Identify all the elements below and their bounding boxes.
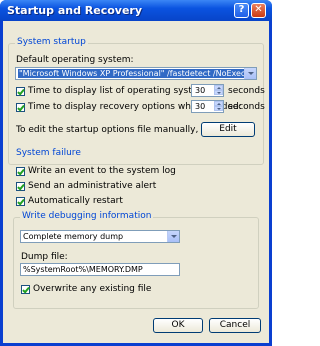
dialog-window: Startup and Recovery ? ✕ System startup … [0,0,272,346]
spin-down-icon[interactable] [214,90,223,95]
display-os-list-seconds-value: 30 [195,86,206,95]
default-os-label: Default operating system: [16,55,134,65]
default-os-dropdown[interactable]: "Microsoft Windows XP Professional" /fas… [15,67,257,80]
overwrite-checkbox[interactable] [21,285,30,294]
display-recovery-checkbox[interactable] [16,103,25,112]
dump-file-input[interactable]: %SystemRoot%\MEMORY.DMP [20,263,180,276]
close-button[interactable]: ✕ [251,3,266,18]
display-os-list-checkbox[interactable] [16,87,25,96]
dialog-client-area: System startup Default operating system:… [3,21,269,343]
display-os-list-seconds-spinner[interactable]: 30 [191,84,224,97]
send-alert-label: Send an administrative alert [28,181,157,191]
send-alert-checkbox[interactable] [16,182,25,191]
default-os-value: "Microsoft Windows XP Professional" /fas… [18,69,256,78]
dump-type-dropdown[interactable]: Complete memory dump [20,230,180,243]
display-recovery-seconds-value: 30 [195,102,206,111]
dump-file-label: Dump file: [21,252,68,262]
overwrite-label: Overwrite any existing file [33,284,152,294]
display-os-list-label: Time to display list of operating system… [28,86,214,96]
edit-button[interactable]: Edit [201,122,255,137]
seconds-label: seconds [228,102,265,112]
system-startup-label: System startup [15,37,88,47]
window-title: Startup and Recovery [7,4,143,17]
auto-restart-label: Automatically restart [28,196,123,206]
dump-type-value: Complete memory dump [23,232,124,241]
title-bar[interactable]: Startup and Recovery ? ✕ [0,0,272,21]
seconds-label: seconds [228,86,265,96]
spin-down-icon[interactable] [214,106,223,111]
write-event-checkbox[interactable] [16,167,25,176]
chevron-down-icon[interactable] [244,68,256,79]
chevron-down-icon[interactable] [167,231,179,242]
auto-restart-checkbox[interactable] [16,197,25,206]
dump-file-value: %SystemRoot%\MEMORY.DMP [23,265,143,274]
write-event-label: Write an event to the system log [28,166,176,176]
ok-button[interactable]: OK [153,318,203,333]
display-recovery-seconds-spinner[interactable]: 30 [191,100,224,113]
cancel-button[interactable]: Cancel [209,318,261,333]
help-button[interactable]: ? [234,3,249,18]
debug-info-label: Write debugging information [20,211,154,221]
system-failure-label: System failure [14,148,83,158]
